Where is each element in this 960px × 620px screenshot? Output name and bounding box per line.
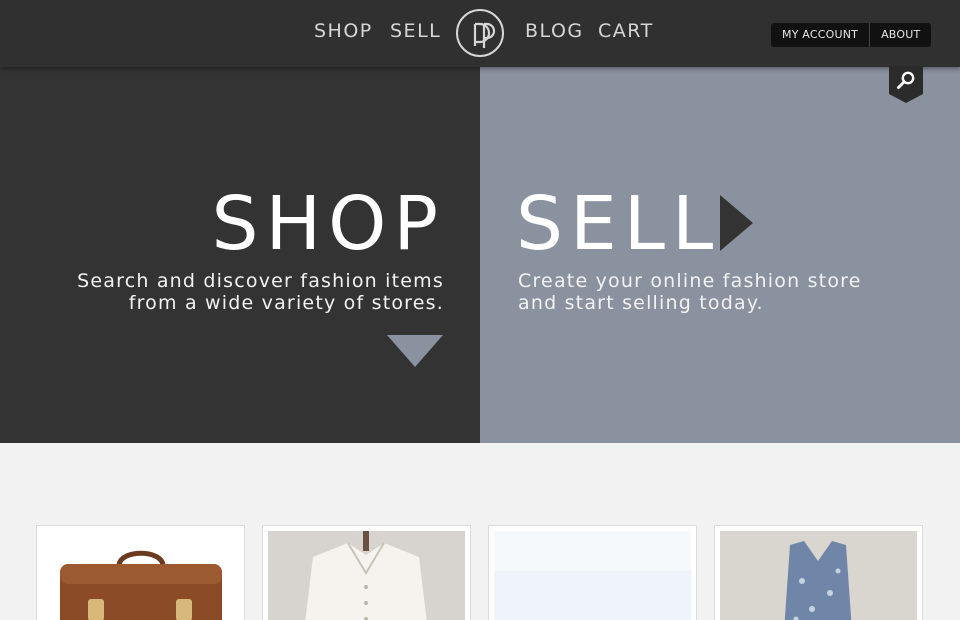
product-image-light-blue-item [494, 531, 691, 620]
product-card[interactable] [714, 525, 923, 620]
nav-sell-link[interactable]: SELL [390, 20, 441, 42]
product-image-brown-leather-satchel [42, 531, 239, 620]
product-card[interactable] [36, 525, 245, 620]
product-image-white-sleeveless-blouse [268, 531, 465, 620]
nav-shop-link[interactable]: SHOP [314, 20, 373, 42]
nav-blog-link[interactable]: BLOG [525, 20, 584, 42]
about-button[interactable]: ABOUT [870, 23, 931, 47]
shop-hero-description: Search and discover fashion items from a… [77, 270, 444, 314]
shop-description-line-1: Search and discover fashion items [77, 270, 444, 292]
sell-hero-description: Create your online fashion store and sta… [518, 270, 862, 314]
product-image-blue-floral-vest-top [720, 531, 917, 620]
sell-hero-title: SELL [516, 181, 721, 267]
shop-hero-panel[interactable]: SHOP Search and discover fashion items f… [0, 67, 480, 443]
nav-cart-link[interactable]: CART [598, 20, 654, 42]
product-card[interactable] [262, 525, 471, 620]
search-icon[interactable] [889, 66, 923, 103]
product-grid [36, 525, 923, 620]
down-triangle-icon[interactable] [387, 335, 443, 367]
sell-description-line-2: and start selling today. [518, 292, 764, 314]
sell-hero-panel[interactable]: SELL Create your online fashion store an… [480, 67, 960, 443]
top-navigation-bar: SHOP SELL BLOG CART MY ACCOUNT ABOUT [0, 0, 960, 67]
product-card[interactable] [488, 525, 697, 620]
dp-logo-icon[interactable] [456, 9, 504, 57]
account-button-group: MY ACCOUNT ABOUT [771, 23, 932, 47]
my-account-button[interactable]: MY ACCOUNT [771, 23, 869, 47]
shop-hero-title: SHOP [211, 181, 445, 267]
right-triangle-icon[interactable] [720, 195, 753, 251]
sell-description-line-1: Create your online fashion store [518, 270, 862, 292]
shop-description-line-2: from a wide variety of stores. [128, 292, 444, 314]
